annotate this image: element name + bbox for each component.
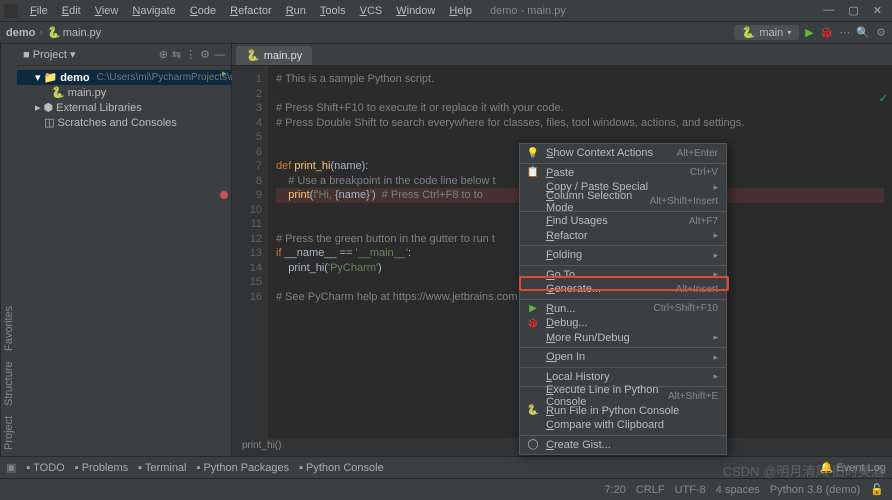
ctx-create-gist-[interactable]: ◯Create Gist... bbox=[520, 438, 726, 453]
tree-file-main[interactable]: 🐍 main.py bbox=[17, 85, 231, 100]
side-tab-project[interactable]: Project bbox=[3, 416, 15, 450]
menu-view[interactable]: View bbox=[89, 3, 125, 19]
status-bar: 7:20 CRLF UTF-8 4 spaces Python 3.8 (dem… bbox=[0, 478, 892, 500]
close-icon[interactable]: ✕ bbox=[873, 4, 882, 17]
ctx-folding[interactable]: Folding▸ bbox=[520, 248, 726, 263]
ctx-go-to[interactable]: Go To▸ bbox=[520, 268, 726, 283]
status-eol[interactable]: CRLF bbox=[636, 484, 665, 496]
bottom-tab-terminal[interactable]: ▪ Terminal bbox=[138, 462, 186, 474]
project-panel-title[interactable]: ■ Project ▾ bbox=[23, 48, 76, 61]
editor-tabs: 🐍main.py bbox=[232, 44, 892, 66]
tree-scratches[interactable]: ◫ Scratches and Consoles bbox=[17, 115, 231, 130]
project-tool-window: ■ Project ▾ ⊕ ⇆ ⋮ ⚙ — ▾ 📁 demoC:\Users\m… bbox=[17, 44, 232, 456]
menu-run[interactable]: Run bbox=[280, 3, 312, 19]
bottom-tab-todo[interactable]: ▪ TODO bbox=[26, 462, 64, 474]
bottom-tab-problems[interactable]: ▪ Problems bbox=[75, 462, 128, 474]
run-button[interactable]: ▶ bbox=[805, 26, 813, 39]
menu-file[interactable]: File bbox=[24, 3, 54, 19]
bottom-tool-stripe: ▣ ▪ TODO ▪ Problems ▪ Terminal ▪ Python Pack… bbox=[0, 456, 892, 478]
ctx-show-context-actions[interactable]: 💡Show Context ActionsAlt+Enter bbox=[520, 146, 726, 161]
ctx-more-run-debug[interactable]: More Run/Debug▸ bbox=[520, 331, 726, 346]
ctx-column-selection-mode[interactable]: Column Selection ModeAlt+Shift+Insert bbox=[520, 195, 726, 210]
titlebar: FileEditViewNavigateCodeRefactorRunTools… bbox=[0, 0, 892, 22]
status-indent[interactable]: 4 spaces bbox=[716, 484, 760, 496]
menu-refactor[interactable]: Refactor bbox=[224, 3, 278, 19]
breadcrumb-project[interactable]: demo bbox=[6, 27, 35, 39]
tab-main-py[interactable]: 🐍main.py bbox=[236, 46, 312, 65]
gear-icon[interactable]: ⚙ bbox=[200, 48, 210, 61]
status-caret-pos[interactable]: 7:20 bbox=[604, 484, 625, 496]
maximize-icon[interactable]: ▢ bbox=[848, 4, 858, 17]
ctx-generate-[interactable]: Generate...Alt+Insert bbox=[520, 282, 726, 297]
main-menu: FileEditViewNavigateCodeRefactorRunTools… bbox=[24, 3, 478, 19]
hide-icon[interactable]: — bbox=[214, 49, 225, 61]
more-run-icon[interactable]: ⋯ bbox=[839, 26, 850, 39]
ctx-compare-with-clipboard[interactable]: Compare with Clipboard bbox=[520, 418, 726, 433]
window-title: demo - main.py bbox=[490, 5, 566, 17]
menu-window[interactable]: Window bbox=[390, 3, 441, 19]
bottom-tab-python-console[interactable]: ▪ Python Console bbox=[299, 462, 384, 474]
search-icon[interactable]: 🔍 bbox=[856, 26, 870, 39]
editor-gutter[interactable]: 12345678910111213141516 bbox=[232, 66, 268, 438]
python-file-icon: 🐍 bbox=[47, 26, 61, 39]
expand-icon[interactable]: ⇆ bbox=[172, 48, 181, 61]
app-logo bbox=[4, 4, 18, 18]
status-lock-icon[interactable]: 🔓 bbox=[870, 483, 884, 496]
left-tool-stripe: Project Structure Favorites bbox=[0, 44, 17, 456]
bottom-tab-python-packages[interactable]: ▪ Python Packages bbox=[197, 462, 290, 474]
event-log-icon[interactable]: 🔔 Event Log bbox=[820, 461, 886, 474]
menu-edit[interactable]: Edit bbox=[56, 3, 87, 19]
tree-ext-libs[interactable]: ▸ ⬢ External Libraries bbox=[17, 100, 231, 115]
menu-navigate[interactable]: Navigate bbox=[126, 3, 181, 19]
status-interpreter[interactable]: Python 3.8 (demo) bbox=[770, 484, 861, 496]
menu-help[interactable]: Help bbox=[443, 3, 478, 19]
minimize-icon[interactable]: — bbox=[823, 4, 834, 17]
ctx-refactor[interactable]: Refactor▸ bbox=[520, 229, 726, 244]
status-encoding[interactable]: UTF-8 bbox=[675, 484, 706, 496]
ctx-debug-[interactable]: 🐞Debug... bbox=[520, 316, 726, 331]
ctx-run-[interactable]: ▶Run...Ctrl+Shift+F10 bbox=[520, 302, 726, 317]
ctx-execute-line-in-python-console[interactable]: Execute Line in Python ConsoleAlt+Shift+… bbox=[520, 389, 726, 404]
side-tab-favorites[interactable]: Favorites bbox=[3, 306, 15, 351]
menu-code[interactable]: Code bbox=[184, 3, 222, 19]
tool-window-icon[interactable]: ▣ bbox=[6, 461, 16, 474]
ctx-paste[interactable]: 📋PasteCtrl+V bbox=[520, 166, 726, 181]
context-menu: 💡Show Context ActionsAlt+Enter 📋PasteCtrl… bbox=[519, 143, 727, 455]
side-tab-structure[interactable]: Structure bbox=[3, 361, 15, 406]
ctx-local-history[interactable]: Local History▸ bbox=[520, 370, 726, 385]
locate-icon[interactable]: ⊕ bbox=[159, 48, 168, 61]
menu-vcs[interactable]: VCS bbox=[354, 3, 389, 19]
menu-tools[interactable]: Tools bbox=[314, 3, 352, 19]
tree-root[interactable]: ▾ 📁 demoC:\Users\mi\PycharmProjects\demo bbox=[17, 70, 231, 85]
ctx-find-usages[interactable]: Find UsagesAlt+F7 bbox=[520, 214, 726, 229]
debug-button[interactable]: 🐞 bbox=[820, 26, 834, 39]
nav-bar: demo › 🐍 main.py 🐍main▾ ▶ 🐞 ⋯ 🔍 ⚙ bbox=[0, 22, 892, 44]
ctx-open-in[interactable]: Open In▸ bbox=[520, 350, 726, 365]
breadcrumb-file[interactable]: main.py bbox=[63, 27, 102, 39]
settings-icon[interactable]: ⚙ bbox=[876, 26, 886, 39]
run-config-selector[interactable]: 🐍main▾ bbox=[734, 25, 800, 40]
collapse-icon[interactable]: ⋮ bbox=[185, 48, 196, 61]
ctx-run-file-in-python-console[interactable]: 🐍Run File in Python Console bbox=[520, 404, 726, 419]
